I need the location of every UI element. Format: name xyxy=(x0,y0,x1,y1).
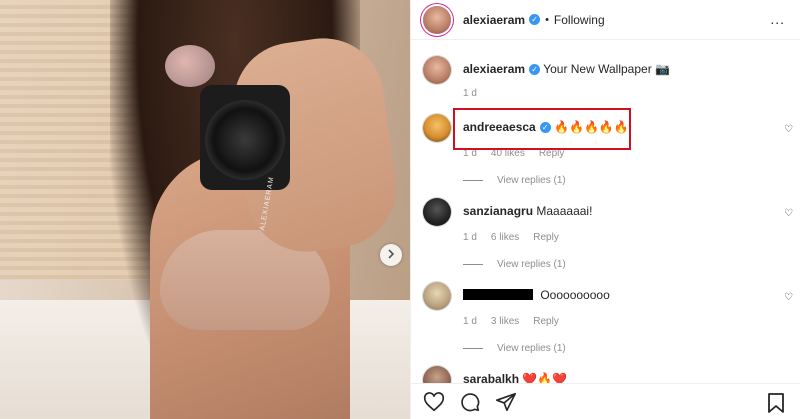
divider-line xyxy=(463,180,483,181)
divider-line xyxy=(463,348,483,349)
bookmark-icon[interactable] xyxy=(767,393,785,413)
comment-item: Oooooooooo ♡ 1 d 3 likes Reply View repl… xyxy=(423,282,793,354)
comment-text: Oooooooooo xyxy=(540,288,610,302)
comment-username[interactable]: sanzianagru xyxy=(463,204,533,218)
action-bar xyxy=(411,383,800,419)
avatar[interactable] xyxy=(423,5,451,34)
post-side-panel: alexiaeram ✓ • Following ... alexiaeram ✓… xyxy=(410,0,800,419)
view-replies-label: View replies (1) xyxy=(497,259,566,270)
caption-username[interactable]: alexiaeram xyxy=(463,62,525,76)
caption-time[interactable]: 1 d xyxy=(463,88,477,99)
highlight-box xyxy=(453,108,631,150)
like-comment-heart-icon[interactable]: ♡ xyxy=(784,124,793,135)
comment-item: sanzianagru Maaaaaai! ♡ 1 d 6 likes Repl… xyxy=(423,198,793,270)
post-header: alexiaeram ✓ • Following ... xyxy=(411,0,800,40)
comment-likes[interactable]: 6 likes xyxy=(491,232,519,243)
like-comment-heart-icon[interactable]: ♡ xyxy=(784,292,793,303)
comment-time[interactable]: 1 d xyxy=(463,316,477,327)
like-comment-heart-icon[interactable]: ♡ xyxy=(784,208,793,219)
comment-icon[interactable] xyxy=(459,391,481,413)
comment-time[interactable]: 1 d xyxy=(463,232,477,243)
post-photo[interactable]: ALEXIAERAM xyxy=(0,0,410,419)
view-replies-button[interactable]: View replies (1) xyxy=(463,175,793,186)
view-replies-button[interactable]: View replies (1) xyxy=(463,343,793,354)
avatar[interactable] xyxy=(423,282,451,310)
share-icon[interactable] xyxy=(495,391,517,413)
verified-badge-icon: ✓ xyxy=(529,64,541,75)
view-replies-label: View replies (1) xyxy=(497,175,566,186)
camera-lens xyxy=(205,100,285,180)
divider-line xyxy=(463,264,483,265)
avatar[interactable] xyxy=(423,198,451,226)
view-replies-button[interactable]: View replies (1) xyxy=(463,259,793,270)
caption-text: Your New Wallpaper 📷 xyxy=(543,62,670,76)
header-username[interactable]: alexiaeram xyxy=(463,13,525,27)
avatar[interactable] xyxy=(423,114,451,142)
next-photo-button[interactable] xyxy=(380,244,402,266)
sunglasses-shape xyxy=(165,45,215,87)
reply-button[interactable]: Reply xyxy=(533,316,559,327)
chevron-right-icon xyxy=(386,246,396,264)
more-options-icon[interactable]: ... xyxy=(770,11,785,27)
avatar[interactable] xyxy=(423,56,451,84)
separator-dot: • xyxy=(545,13,549,26)
verified-badge-icon: ✓ xyxy=(529,14,541,25)
heart-icon[interactable] xyxy=(423,391,445,413)
view-replies-label: View replies (1) xyxy=(497,343,566,354)
redacted-username xyxy=(463,289,533,300)
caption: alexiaeram ✓ Your New Wallpaper 📷 1 d xyxy=(423,56,793,99)
reply-button[interactable]: Reply xyxy=(533,232,559,243)
following-button[interactable]: Following xyxy=(554,13,605,27)
comment-likes[interactable]: 3 likes xyxy=(491,316,519,327)
comment-text: Maaaaaai! xyxy=(536,204,593,218)
